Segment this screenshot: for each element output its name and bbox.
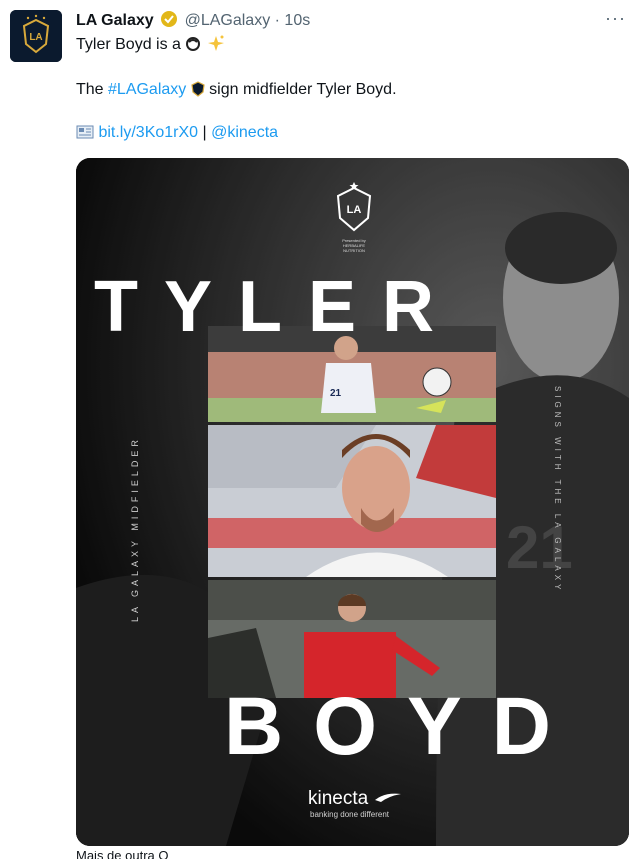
separator: · — [274, 12, 280, 29]
verified-gold-badge-icon[interactable] — [160, 10, 178, 34]
url-separator: | — [198, 124, 212, 141]
jersey-number-big: 21 — [506, 514, 573, 581]
tweet-time[interactable]: 10s — [284, 12, 310, 29]
la-galaxy-crest-icon: LA — [330, 182, 378, 243]
line2-prefix: The — [76, 81, 109, 98]
author-handle[interactable]: @LAGalaxy — [185, 12, 271, 29]
hashtag-link[interactable]: #LAGalaxy — [108, 81, 186, 98]
poster-title-top: TYLER — [94, 267, 461, 347]
mention-link[interactable]: @kinecta — [211, 124, 278, 141]
author-name[interactable]: LA Galaxy — [76, 12, 154, 29]
vertical-label-right: SIGNS WITH THE LA GALAXY — [553, 386, 562, 594]
poster-title-bottom: BOYD — [224, 681, 581, 772]
svg-text:LA: LA — [29, 32, 42, 43]
la-galaxy-crest-emoji-icon — [191, 81, 205, 104]
sponsor-swoosh-icon — [375, 793, 402, 802]
tweet-media-image[interactable]: 21 21 LA Presented by HERBALIFE NUTRITIO… — [76, 158, 629, 846]
jersey-number-small: 21 — [330, 388, 342, 399]
tweet-header: LA Galaxy @LAGalaxy · 10s — [76, 10, 310, 34]
sponsor-name: kinecta — [308, 788, 369, 809]
photo-middle — [208, 425, 496, 577]
sparkle-emoji-icon — [206, 34, 226, 59]
tweet-line-1: Tyler Boyd is a — [76, 34, 226, 59]
la-galaxy-logo-icon[interactable]: LA — [10, 10, 62, 62]
newspaper-emoji-icon — [76, 124, 94, 147]
tweet-line-2: The #LAGalaxy sign midfielder Tyler Boyd… — [76, 79, 397, 104]
url-link[interactable]: bit.ly/3Ko1rX0 — [98, 124, 198, 141]
more-dots-icon[interactable]: ··· — [605, 8, 626, 29]
sponsor-logo: kinecta — [308, 788, 403, 810]
crest-text: LA — [347, 204, 362, 216]
line2-suffix: sign midfielder Tyler Boyd. — [204, 81, 397, 98]
next-tweet-cut-text: Mais de outra O — [76, 851, 169, 859]
tweet-line-3: bit.ly/3Ko1rX0 | @kinecta — [76, 122, 278, 147]
sponsor-tagline: banking done different — [310, 810, 390, 819]
goat-emoji-icon — [185, 36, 201, 59]
vertical-label-left-text: LA GALAXY MIDFIELDER — [130, 436, 140, 622]
crest-subtext: Presented by HERBALIFE NUTRITION — [342, 238, 366, 253]
line1-text: Tyler Boyd is a — [76, 36, 181, 53]
